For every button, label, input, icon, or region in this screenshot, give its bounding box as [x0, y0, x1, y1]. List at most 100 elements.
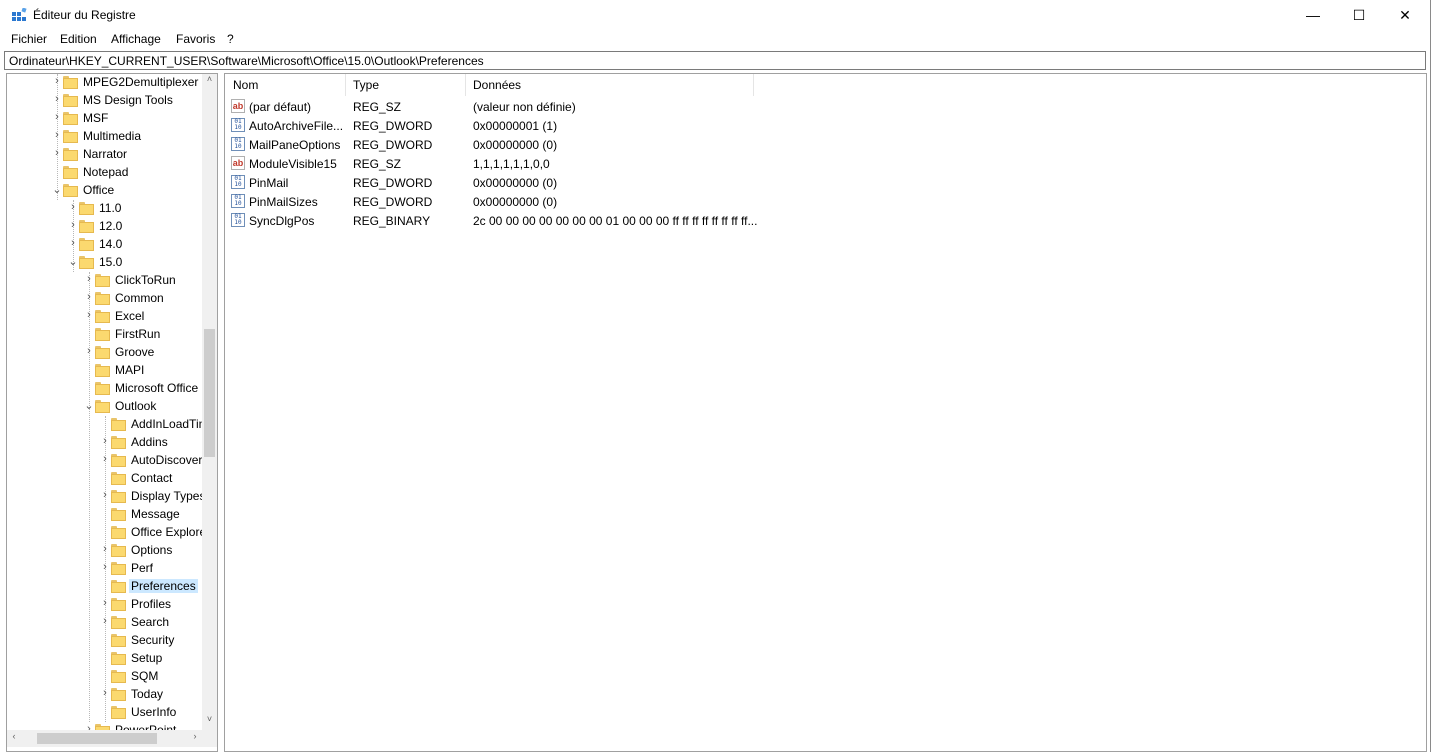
- value-row[interactable]: ab (par défaut) REG_SZ (valeur non définie): [225, 97, 1425, 116]
- tree-item[interactable]: SQM: [7, 668, 207, 686]
- title-bar[interactable]: Éditeur du Registre — ☐ ✕: [0, 0, 1430, 30]
- expand-chevron-icon[interactable]: ›: [99, 687, 111, 701]
- expand-chevron-icon[interactable]: ›: [67, 237, 79, 251]
- expand-chevron-icon[interactable]: ›: [99, 435, 111, 449]
- folder-icon: [111, 634, 126, 647]
- tree-item[interactable]: › ClickToRun: [7, 272, 207, 290]
- tree-item[interactable]: Notepad: [7, 164, 207, 182]
- tree-item[interactable]: Office Explore: [7, 524, 207, 542]
- scroll-up-icon[interactable]: ˄: [202, 74, 217, 88]
- expand-chevron-icon[interactable]: ›: [51, 111, 63, 125]
- tree-horizontal-scrollbar[interactable]: ‹ ›: [7, 730, 202, 747]
- close-button[interactable]: ✕: [1382, 0, 1428, 30]
- expand-chevron-icon[interactable]: ⌄: [67, 255, 79, 269]
- tree-item[interactable]: › AutoDiscover: [7, 452, 207, 470]
- tree-item[interactable]: ⌄ Office: [7, 182, 207, 200]
- value-row[interactable]: ab ModuleVisible15 REG_SZ 1,1,1,1,1,1,0,0: [225, 154, 1425, 173]
- expand-chevron-icon[interactable]: ›: [51, 129, 63, 143]
- expand-chevron-icon[interactable]: ⌄: [51, 183, 63, 197]
- tree-item[interactable]: › Options: [7, 542, 207, 560]
- tree-item[interactable]: UserInfo: [7, 704, 207, 722]
- expand-chevron-icon[interactable]: ›: [99, 597, 111, 611]
- expand-chevron-icon[interactable]: ›: [83, 291, 95, 305]
- address-bar[interactable]: Ordinateur\HKEY_CURRENT_USER\Software\Mi…: [4, 51, 1426, 70]
- expand-chevron-icon[interactable]: ›: [83, 273, 95, 287]
- value-row[interactable]: 01 10 AutoArchiveFile... REG_DWORD 0x000000…: [225, 116, 1425, 135]
- values-list-pane[interactable]: Nom Type Données ab (par défaut) REG_SZ (va…: [224, 73, 1427, 752]
- tree-item[interactable]: › 11.0: [7, 200, 207, 218]
- maximize-button[interactable]: ☐: [1336, 0, 1382, 30]
- value-row[interactable]: 01 10 PinMailSizes REG_DWORD 0x00000000 (0): [225, 192, 1425, 211]
- tree-item-label: 15.0: [99, 255, 123, 269]
- tree-item[interactable]: › Narrator: [7, 146, 207, 164]
- tree-item[interactable]: › Today: [7, 686, 207, 704]
- minimize-button[interactable]: —: [1290, 0, 1336, 30]
- tree-item-label: Outlook: [115, 399, 157, 413]
- tree-item[interactable]: › MSF: [7, 110, 207, 128]
- tree-item-label: Common: [115, 291, 164, 305]
- value-data: 0x00000000 (0): [473, 176, 558, 190]
- expand-chevron-icon[interactable]: ›: [99, 453, 111, 467]
- tree-item[interactable]: › MS Design Tools: [7, 92, 207, 110]
- menu-affichage[interactable]: Affichage: [109, 32, 163, 46]
- expand-chevron-icon[interactable]: ›: [51, 75, 63, 89]
- tree-item[interactable]: Microsoft Office: [7, 380, 207, 398]
- tree-item[interactable]: › Display Types: [7, 488, 207, 506]
- key-tree-pane[interactable]: › MPEG2Demultiplexer › MS Design Tools › MSF ›…: [6, 73, 218, 752]
- expand-chevron-icon[interactable]: ›: [51, 147, 63, 161]
- menu-favoris[interactable]: Favoris: [174, 32, 217, 46]
- tree-item[interactable]: › 14.0: [7, 236, 207, 254]
- tree-item[interactable]: › Excel: [7, 308, 207, 326]
- expand-chevron-icon[interactable]: ›: [99, 489, 111, 503]
- tree-item[interactable]: MAPI: [7, 362, 207, 380]
- expand-chevron-icon[interactable]: ⌄: [83, 399, 95, 413]
- tree-item[interactable]: FirstRun: [7, 326, 207, 344]
- column-header-type[interactable]: Type: [345, 74, 465, 96]
- tree-vertical-scroll-thumb[interactable]: [204, 329, 215, 457]
- scroll-left-icon[interactable]: ‹: [7, 731, 21, 746]
- expand-chevron-icon[interactable]: ›: [67, 219, 79, 233]
- tree-item[interactable]: Security: [7, 632, 207, 650]
- column-divider[interactable]: [753, 74, 754, 96]
- expand-chevron-icon[interactable]: ›: [99, 561, 111, 575]
- tree-item[interactable]: › Groove: [7, 344, 207, 362]
- menu-edition[interactable]: Edition: [58, 32, 99, 46]
- tree-item[interactable]: › Common: [7, 290, 207, 308]
- tree-item[interactable]: › Perf: [7, 560, 207, 578]
- tree-item[interactable]: ⌄ 15.0: [7, 254, 207, 272]
- tree-item[interactable]: › Profiles: [7, 596, 207, 614]
- tree-item[interactable]: › Search: [7, 614, 207, 632]
- column-header-name[interactable]: Nom: [225, 74, 345, 96]
- expand-chevron-icon[interactable]: ›: [83, 345, 95, 359]
- folder-icon: [95, 310, 110, 323]
- scroll-right-icon[interactable]: ›: [188, 731, 202, 746]
- expand-chevron-icon[interactable]: ›: [99, 615, 111, 629]
- tree-item[interactable]: › Addins: [7, 434, 207, 452]
- expand-chevron-icon[interactable]: ›: [67, 201, 79, 215]
- expand-chevron-icon[interactable]: ›: [51, 93, 63, 107]
- tree-item[interactable]: › MPEG2Demultiplexer: [7, 74, 207, 92]
- tree-item[interactable]: › Multimedia: [7, 128, 207, 146]
- tree-item[interactable]: Message: [7, 506, 207, 524]
- menu-help[interactable]: ?: [225, 32, 236, 46]
- tree-horizontal-scroll-thumb[interactable]: [37, 733, 157, 744]
- scroll-down-icon[interactable]: ˅: [202, 714, 217, 728]
- tree-item[interactable]: Contact: [7, 470, 207, 488]
- menu-fichier[interactable]: Fichier: [9, 32, 49, 46]
- expand-chevron-icon[interactable]: ›: [99, 543, 111, 557]
- value-row[interactable]: 01 10 PinMail REG_DWORD 0x00000000 (0): [225, 173, 1425, 192]
- tree-item[interactable]: ⌄ Outlook: [7, 398, 207, 416]
- tree-item[interactable]: AddInLoadTin: [7, 416, 207, 434]
- tree-item[interactable]: Preferences: [7, 578, 207, 596]
- column-header-data[interactable]: Données: [465, 74, 753, 96]
- tree-item-label: Profiles: [131, 597, 172, 611]
- tree-item[interactable]: › 12.0: [7, 218, 207, 236]
- value-row[interactable]: 01 10 MailPaneOptions REG_DWORD 0x00000000 …: [225, 135, 1425, 154]
- value-name: MailPaneOptions: [249, 138, 341, 152]
- tree-vertical-scrollbar[interactable]: ˄ ˅: [202, 74, 217, 730]
- value-row[interactable]: 01 10 SyncDlgPos REG_BINARY 2c 00 00 00 00 …: [225, 211, 1425, 230]
- expand-chevron-icon[interactable]: ›: [83, 309, 95, 323]
- tree-item-label: Preferences: [129, 579, 198, 593]
- tree-item[interactable]: Setup: [7, 650, 207, 668]
